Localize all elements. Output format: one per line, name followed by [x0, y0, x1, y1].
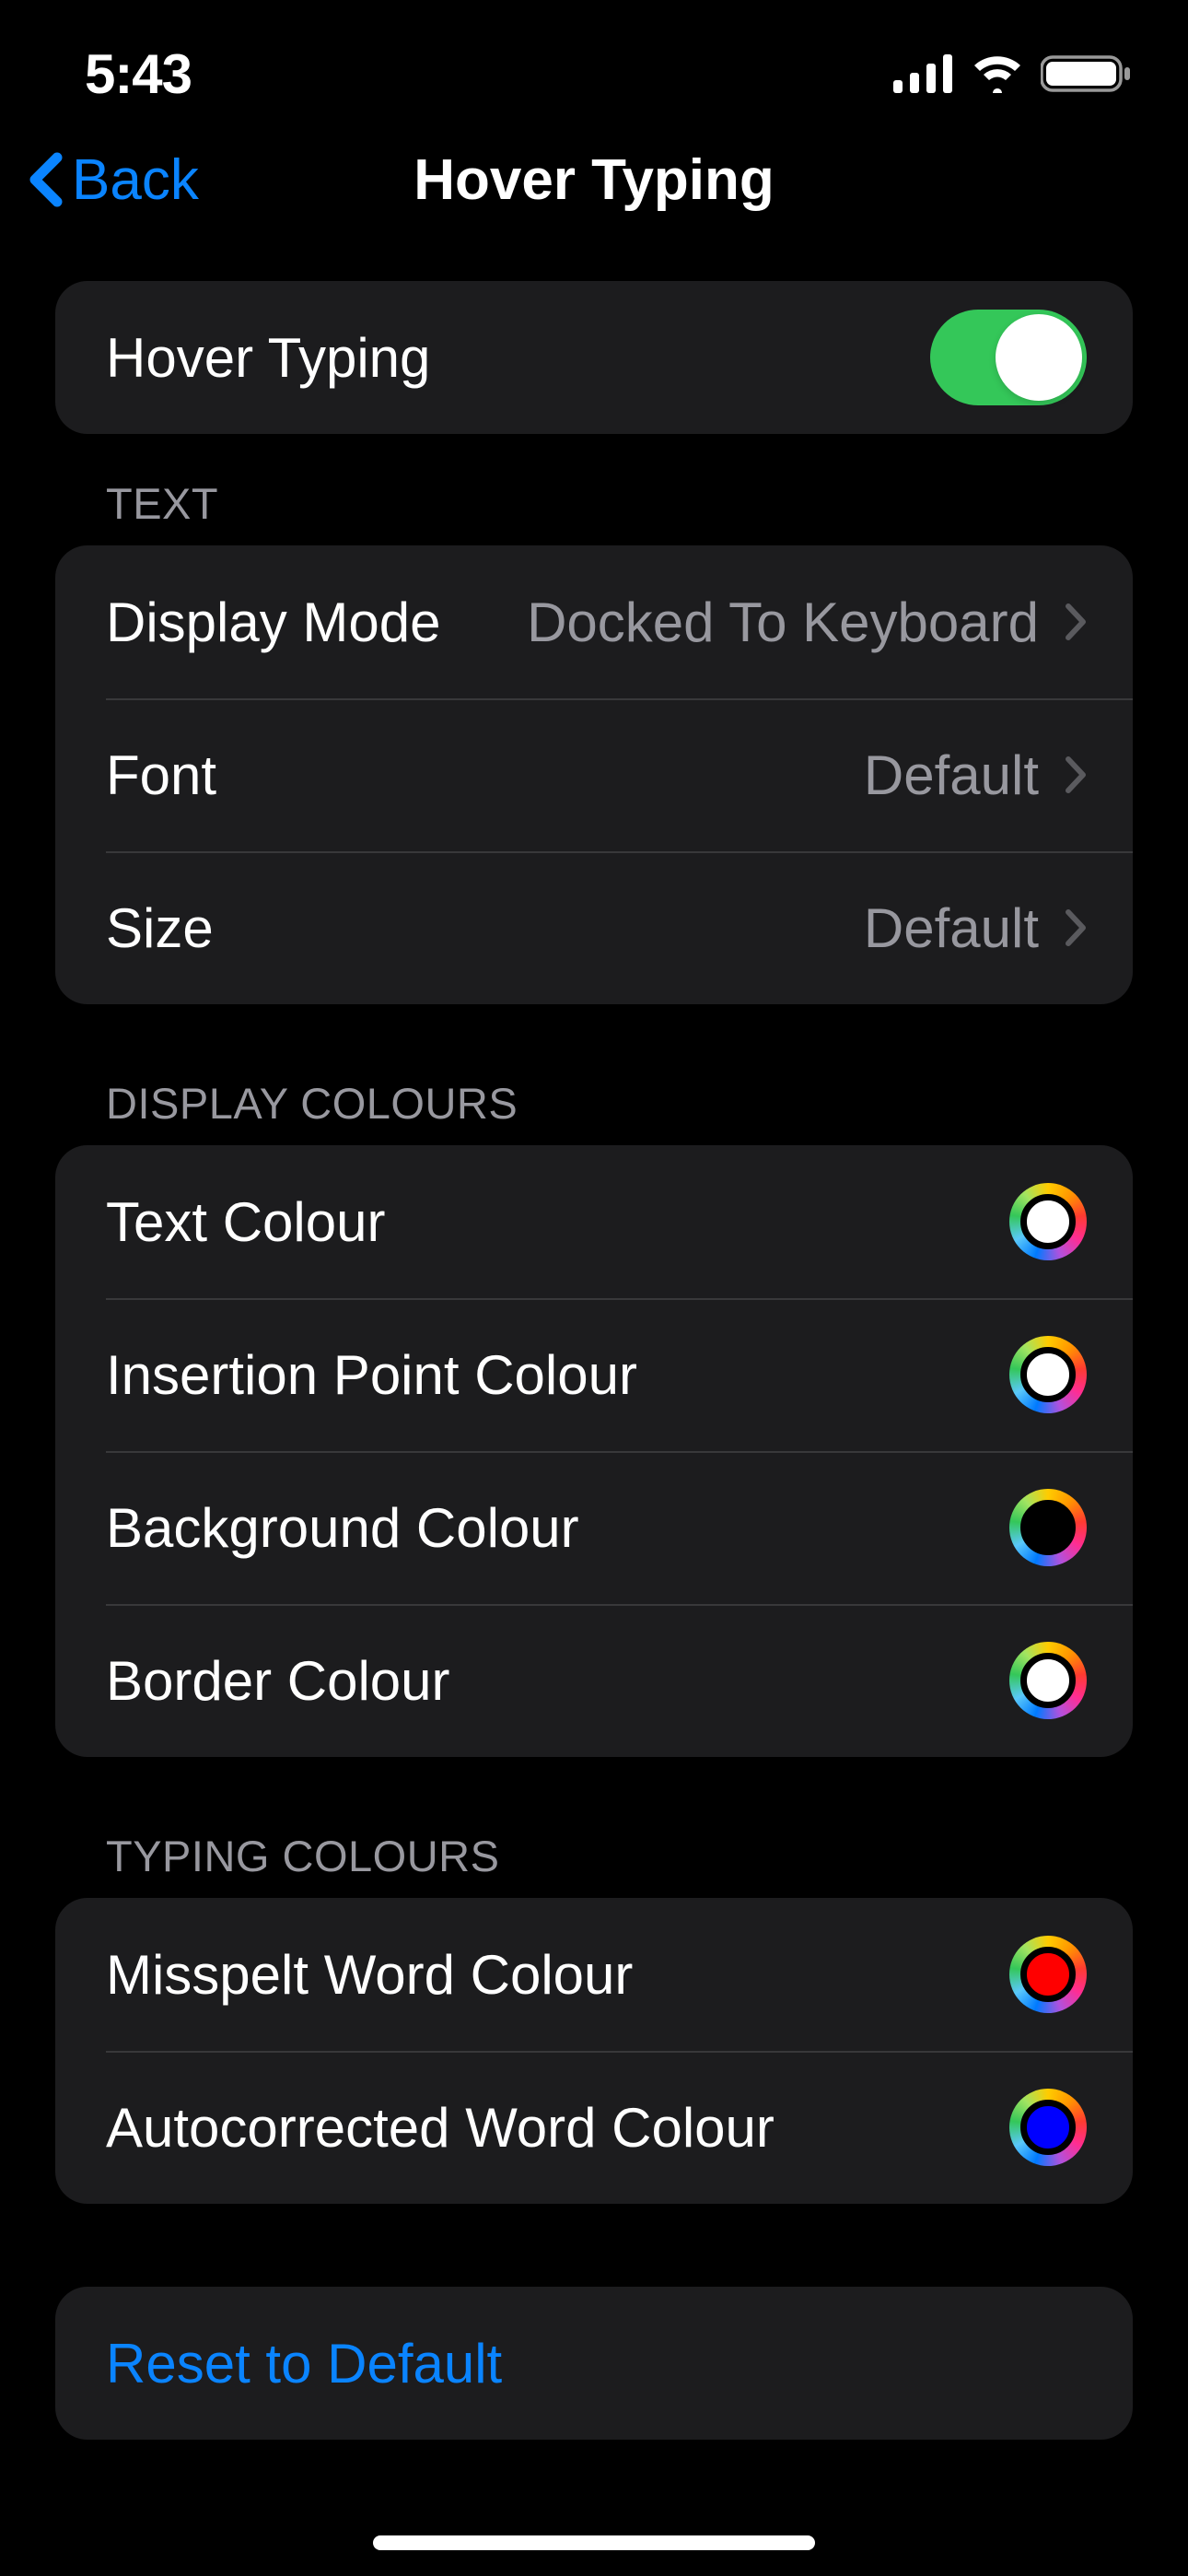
- status-indicators: [893, 54, 1133, 93]
- reset-to-default-button[interactable]: Reset to Default: [106, 2332, 502, 2395]
- autocorrected-word-colour-cell[interactable]: Autocorrected Word Colour: [55, 2051, 1133, 2204]
- reset-group: Reset to Default: [55, 2287, 1133, 2440]
- background-colour-well[interactable]: [1009, 1489, 1087, 1566]
- autocorrected-word-colour-label: Autocorrected Word Colour: [106, 2096, 775, 2160]
- reset-cell[interactable]: Reset to Default: [55, 2287, 1133, 2440]
- insertion-point-colour-label: Insertion Point Colour: [106, 1343, 637, 1407]
- insertion-point-colour-swatch: [1020, 1347, 1076, 1402]
- font-cell[interactable]: Font Default: [55, 698, 1133, 851]
- size-label: Size: [106, 896, 214, 960]
- display-mode-value: Docked To Keyboard: [527, 591, 1039, 654]
- misspelt-word-colour-cell[interactable]: Misspelt Word Colour: [55, 1898, 1133, 2051]
- typing-colours-group: Misspelt Word Colour Autocorrected Word …: [55, 1898, 1133, 2204]
- size-value: Default: [864, 896, 1039, 960]
- background-colour-cell[interactable]: Background Colour: [55, 1451, 1133, 1604]
- border-colour-cell[interactable]: Border Colour: [55, 1604, 1133, 1757]
- status-time: 5:43: [0, 42, 276, 106]
- hover-typing-toggle-cell[interactable]: Hover Typing: [55, 281, 1133, 434]
- misspelt-word-colour-swatch: [1020, 1947, 1076, 2002]
- typing-colours-header: TYPING COLOURS: [55, 1831, 1133, 1898]
- chevron-right-icon: [1065, 603, 1087, 641]
- misspelt-word-colour-well[interactable]: [1009, 1936, 1087, 2013]
- hover-typing-label: Hover Typing: [106, 326, 430, 390]
- autocorrected-word-colour-well[interactable]: [1009, 2089, 1087, 2166]
- text-colour-cell[interactable]: Text Colour: [55, 1145, 1133, 1298]
- nav-bar: Back Hover Typing: [0, 120, 1188, 240]
- text-section-header: TEXT: [55, 478, 1133, 545]
- chevron-right-icon: [1065, 755, 1087, 794]
- border-colour-swatch: [1020, 1653, 1076, 1708]
- toggle-knob: [996, 314, 1082, 401]
- chevron-left-icon: [28, 152, 63, 207]
- page-title: Hover Typing: [413, 147, 775, 213]
- cellular-icon: [893, 54, 954, 93]
- border-colour-well[interactable]: [1009, 1642, 1087, 1719]
- display-mode-cell[interactable]: Display Mode Docked To Keyboard: [55, 545, 1133, 698]
- background-colour-swatch: [1020, 1500, 1076, 1555]
- text-colour-well[interactable]: [1009, 1183, 1087, 1260]
- font-value: Default: [864, 744, 1039, 807]
- back-label: Back: [72, 147, 199, 213]
- insertion-point-colour-cell[interactable]: Insertion Point Colour: [55, 1298, 1133, 1451]
- background-colour-label: Background Colour: [106, 1496, 579, 1560]
- misspelt-word-colour-label: Misspelt Word Colour: [106, 1943, 633, 2007]
- display-colours-header: DISPLAY COLOURS: [55, 1078, 1133, 1145]
- autocorrected-word-colour-swatch: [1020, 2100, 1076, 2155]
- chevron-right-icon: [1065, 908, 1087, 947]
- size-cell[interactable]: Size Default: [55, 851, 1133, 1004]
- insertion-point-colour-well[interactable]: [1009, 1336, 1087, 1413]
- wifi-icon: [971, 54, 1024, 93]
- display-colours-group: Text Colour Insertion Point Colour Backg…: [55, 1145, 1133, 1757]
- status-bar: 5:43: [0, 0, 1188, 120]
- battery-icon: [1041, 54, 1133, 93]
- display-mode-label: Display Mode: [106, 591, 441, 654]
- text-colour-label: Text Colour: [106, 1190, 385, 1254]
- text-colour-swatch: [1020, 1194, 1076, 1249]
- back-button[interactable]: Back: [28, 147, 199, 213]
- font-label: Font: [106, 744, 216, 807]
- text-group: Display Mode Docked To Keyboard Font Def…: [55, 545, 1133, 1004]
- hover-typing-toggle[interactable]: [930, 310, 1087, 405]
- home-indicator[interactable]: [373, 2535, 815, 2550]
- border-colour-label: Border Colour: [106, 1649, 450, 1713]
- hover-typing-toggle-group: Hover Typing: [55, 281, 1133, 434]
